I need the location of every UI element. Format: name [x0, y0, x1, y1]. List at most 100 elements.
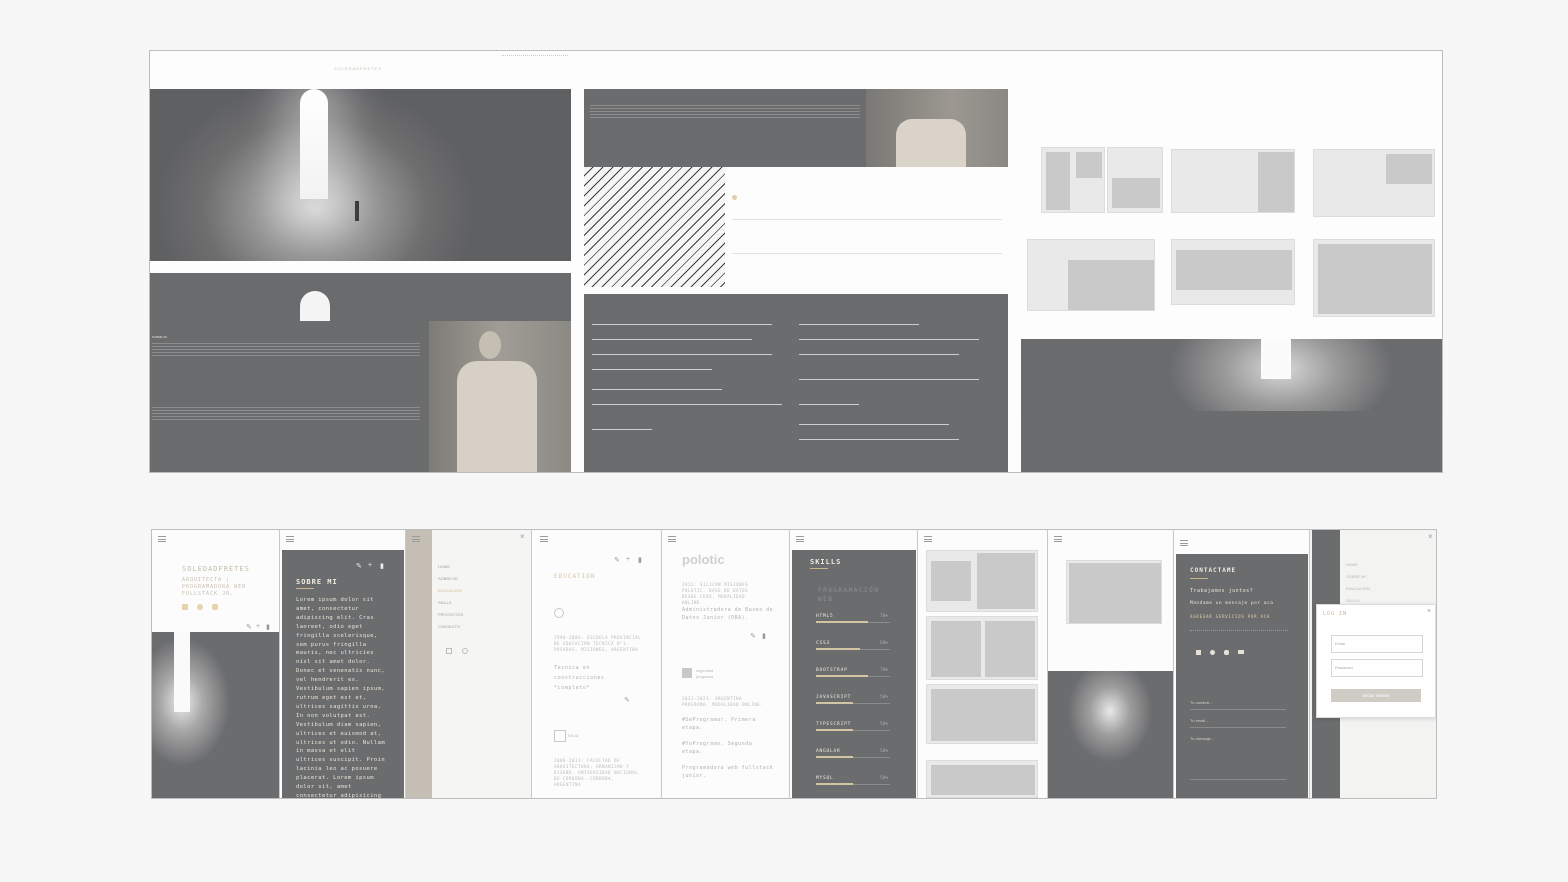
edu-divider-1: [732, 219, 1002, 220]
close-icon[interactable]: ×: [1427, 608, 1431, 615]
login-submit-button[interactable]: Iniciar Sesion: [1331, 689, 1421, 702]
project-card-2[interactable]: [926, 616, 1038, 680]
skills-bar-left-7: [592, 429, 652, 430]
contact-dots: [1190, 630, 1288, 631]
nav-item-contact[interactable]: CONTACTO: [438, 624, 460, 629]
contact-email-field[interactable]: Tu email...: [1190, 718, 1286, 728]
about-section-desktop: SOBRE MI: [150, 321, 571, 472]
edit-icon[interactable]: ✎: [356, 562, 362, 570]
contact-line-1: Trabajamos juntos?: [1190, 588, 1254, 594]
project-card-4[interactable]: [926, 760, 1038, 798]
edit-icon[interactable]: ✎: [614, 556, 620, 564]
delete-icon[interactable]: ▮: [266, 623, 270, 631]
menu-underlay: [406, 530, 432, 798]
mobile-hero-door: [174, 632, 190, 712]
github-icon[interactable]: [1210, 650, 1215, 655]
skill-percent: 50%: [880, 776, 889, 781]
nav-item-about[interactable]: SOBRE MI: [438, 576, 458, 581]
edit-icon[interactable]: ✎: [624, 696, 630, 704]
instagram-icon[interactable]: [1224, 650, 1229, 655]
menu-hamburger-icon[interactable]: [1054, 536, 1062, 542]
add-icon[interactable]: +: [626, 556, 630, 563]
delete-icon[interactable]: ▮: [762, 632, 766, 640]
edu-accent-dot: [732, 195, 737, 200]
nav-item-home[interactable]: HOME: [438, 564, 450, 569]
mobile-home-screen: SOLEDADFRETES ARQUITECTA | PROGRAMADORA …: [152, 530, 280, 798]
project-thumb-5[interactable]: [1027, 239, 1155, 311]
email-icon[interactable]: [1238, 650, 1244, 654]
project-thumb-6[interactable]: [1171, 239, 1295, 305]
edit-icon[interactable]: ✎: [750, 632, 756, 640]
project-thumb-3[interactable]: [1171, 149, 1295, 213]
login-nav-skills[interactable]: SKILLS: [1346, 598, 1360, 603]
github-icon[interactable]: [197, 604, 203, 610]
mobile-projects-screen-2: [1048, 530, 1174, 798]
project-thumb-1[interactable]: [1041, 147, 1105, 213]
hero-figure: [355, 201, 359, 221]
menu-hamburger-icon[interactable]: [158, 536, 166, 542]
contact-name-field[interactable]: Tu nombre...: [1190, 700, 1286, 710]
edit-icon[interactable]: ✎: [246, 623, 252, 631]
project-card-1[interactable]: [926, 550, 1038, 612]
about-text-lines-2: [152, 407, 420, 421]
project-thumb-4[interactable]: [1313, 149, 1435, 217]
skills-bar-left-4: [592, 369, 712, 370]
mobile-contact-screen: CONTACTAME Trabajamos juntos? Mandame un…: [1174, 530, 1310, 798]
menu-hamburger-icon[interactable]: [286, 536, 294, 542]
mobile-about-screen: ✎ + ▮ SOBRE MI Lorem ipsum dolor sit ame…: [280, 530, 406, 798]
login-password-input[interactable]: Password: [1331, 659, 1423, 677]
contact-title-underline: [1190, 578, 1208, 579]
linkedin-icon[interactable]: [1196, 650, 1201, 655]
logout-icon[interactable]: [462, 648, 468, 654]
add-service-link[interactable]: AGREGAR SERVICIOS POR ACA: [1190, 614, 1270, 619]
edu-entry-1-title: Tecnica en construcciones *completo*: [554, 665, 605, 691]
login-email-input[interactable]: Email: [1331, 635, 1423, 653]
project-card-5[interactable]: [1066, 560, 1162, 624]
about-portrait-desktop: [429, 321, 571, 472]
instagram-icon[interactable]: [212, 604, 218, 610]
menu-hamburger-icon[interactable]: [1180, 540, 1188, 546]
linkedin-icon[interactable]: [182, 604, 188, 610]
desktop-nav-links[interactable]: [502, 55, 568, 57]
login-nav-education[interactable]: EDUCACION: [1346, 586, 1370, 591]
nav-item-education[interactable]: EDUCACION: [438, 588, 462, 593]
project-card-3[interactable]: [926, 684, 1038, 744]
skill-bar-fill: [816, 729, 853, 731]
skills-block-desktop: [584, 294, 1008, 472]
skill-bar-fill: [816, 756, 853, 758]
add-icon[interactable]: +: [256, 623, 260, 630]
add-icon[interactable]: +: [368, 562, 372, 569]
close-icon[interactable]: ×: [1428, 532, 1433, 541]
skill-bar-fill: [816, 702, 853, 704]
login-nav-about[interactable]: SOBRE MI: [1346, 574, 1366, 579]
skills-bar-right-7: [799, 439, 959, 440]
menu-hamburger-icon[interactable]: [924, 536, 932, 542]
login-nav-home[interactable]: HOME: [1346, 562, 1358, 567]
mobile-about-text: Lorem ipsum dolor sit amet, consectetur …: [296, 597, 386, 798]
close-icon[interactable]: ×: [520, 532, 525, 541]
footer-hero-desktop: [1021, 339, 1442, 472]
projects-block-desktop: [1021, 111, 1442, 339]
contact-message-field[interactable]: Tu mensaje...: [1190, 736, 1286, 780]
skill-percent: 70%: [880, 614, 889, 619]
menu-hamburger-icon[interactable]: [540, 536, 548, 542]
login-icon[interactable]: [446, 648, 452, 654]
delete-icon[interactable]: ▮: [380, 562, 384, 570]
edu-entry-4-title-1: #SeProgramar. Primera etapa.: [682, 717, 756, 731]
skills-bar-right-5: [799, 404, 859, 405]
skill-percent: 50%: [880, 749, 889, 754]
faud-logo-text: FAUD: [568, 733, 579, 738]
nav-item-skills[interactable]: SKILLS: [438, 600, 452, 605]
menu-hamburger-icon[interactable]: [668, 536, 676, 542]
skill-percent: 50%: [880, 722, 889, 727]
menu-hamburger-icon[interactable]: [412, 536, 420, 542]
project-thumb-2[interactable]: [1107, 147, 1163, 213]
menu-hamburger-icon[interactable]: [796, 536, 804, 542]
delete-icon[interactable]: ▮: [638, 556, 642, 564]
portrait-head: [479, 331, 501, 359]
nav-item-projects[interactable]: PROYECTOS: [438, 612, 463, 617]
project-thumb-7[interactable]: [1313, 239, 1435, 317]
mobile-hero-image-2: [1048, 671, 1173, 798]
skills-panel: SKILLS PROGRAMACIÓN WEB HTML5 70% CSS3 60% B…: [792, 550, 916, 798]
skills-bar-right-2: [799, 339, 979, 340]
